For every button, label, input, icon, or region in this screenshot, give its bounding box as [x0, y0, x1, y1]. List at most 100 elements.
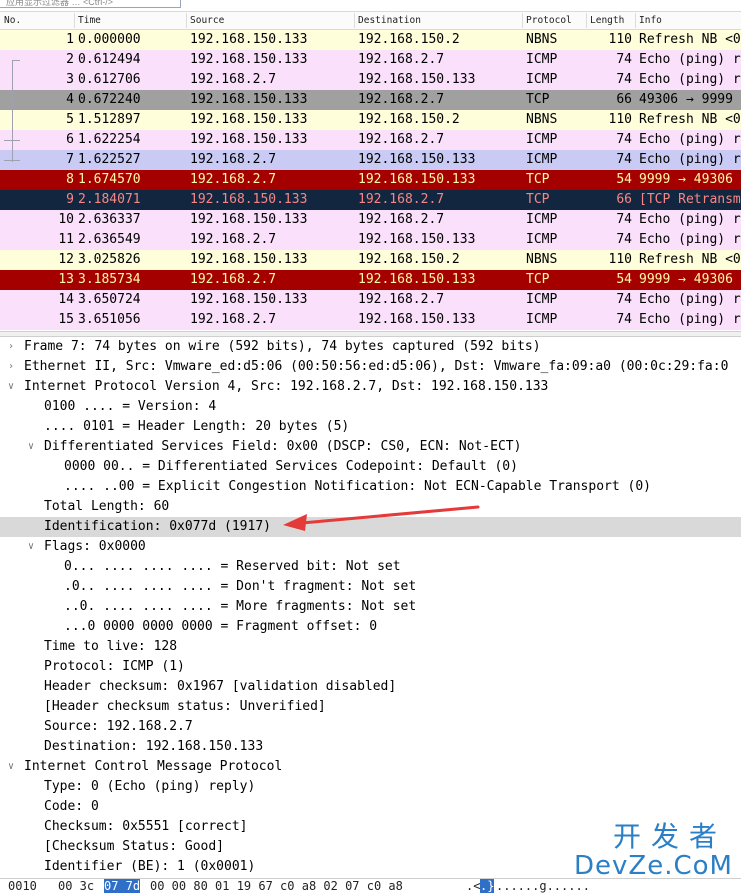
detail-row[interactable]: Type: 0 (Echo (ping) reply) — [0, 777, 741, 797]
packet-destination: 192.168.2.7 — [358, 52, 445, 67]
related-packet-reply-marker — [4, 160, 20, 161]
detail-row[interactable]: 0100 .... = Version: 4 — [0, 397, 741, 417]
detail-text: Type: 0 (Echo (ping) reply) — [44, 779, 256, 794]
detail-row[interactable]: .0.. .... .... .... = Don't fragment: No… — [0, 577, 741, 597]
bytes-hex-after[interactable]: 00 00 80 01 19 67 c0 a8 02 07 c0 a8 — [150, 879, 403, 893]
packet-info: Echo (ping) r — [639, 212, 741, 227]
detail-row[interactable]: Header checksum: 0x1967 [validation disa… — [0, 677, 741, 697]
column-header-length[interactable]: Length — [590, 15, 624, 26]
bytes-ascii-selected[interactable]: .} — [480, 879, 495, 893]
chevron-down-icon[interactable]: ∨ — [6, 377, 16, 397]
chevron-down-icon[interactable]: ∨ — [26, 537, 36, 557]
detail-row[interactable]: Code: 0 — [0, 797, 741, 817]
detail-text: Identifier (BE): 1 (0x0001) — [44, 859, 256, 874]
packet-info: Echo (ping) r — [639, 312, 741, 327]
packet-source: 192.168.150.133 — [190, 192, 308, 207]
packet-row[interactable]: 7 1.622527 192.168.2.7 192.168.150.133 ICMP 7… — [0, 150, 741, 170]
packet-row[interactable]: 2 0.612494 192.168.150.133 192.168.2.7 ICMP 7… — [0, 50, 741, 70]
detail-row[interactable]: ∨ Flags: 0x0000 — [0, 537, 741, 557]
packet-protocol: TCP — [526, 192, 550, 207]
packet-info: Echo (ping) r — [639, 292, 741, 307]
detail-row[interactable]: Protocol: ICMP (1) — [0, 657, 741, 677]
packet-row[interactable]: 10 2.636337 192.168.150.133 192.168.2.7 ICMP… — [0, 210, 741, 230]
packet-destination: 192.168.150.2 — [358, 112, 460, 127]
detail-row[interactable]: ..0. .... .... .... = More fragments: No… — [0, 597, 741, 617]
packet-row[interactable]: 13 3.185734 192.168.2.7 192.168.150.133 TCP 5… — [0, 270, 741, 290]
detail-row[interactable]: › Frame 7: 74 bytes on wire (592 bits), 7… — [0, 337, 741, 357]
detail-row[interactable]: 0000 00.. = Differentiated Services Code… — [0, 457, 741, 477]
detail-text: Total Length: 60 — [44, 499, 170, 514]
packet-row[interactable]: 6 1.622254 192.168.150.133 192.168.2.7 ICMP 7… — [0, 130, 741, 150]
packet-row[interactable]: 15 3.651056 192.168.2.7 192.168.150.133 ICMP… — [0, 310, 741, 330]
detail-row[interactable]: Total Length: 60 — [0, 497, 741, 517]
detail-text: 0100 .... = Version: 4 — [44, 399, 217, 414]
column-header-time[interactable]: Time — [78, 15, 101, 26]
detail-text: 0000 00.. = Differentiated Services Code… — [64, 459, 518, 474]
packet-destination: 192.168.150.133 — [358, 312, 476, 327]
detail-row[interactable]: Time to live: 128 — [0, 637, 741, 657]
chevron-right-icon[interactable]: › — [6, 337, 16, 357]
packet-row[interactable]: 5 1.512897 192.168.150.133 192.168.150.2 NBN… — [0, 110, 741, 130]
column-header-info[interactable]: Info — [639, 15, 662, 26]
detail-row[interactable]: Destination: 192.168.150.133 — [0, 737, 741, 757]
packet-row[interactable]: 1 0.000000 192.168.150.133 192.168.150.2 NBN… — [0, 30, 741, 50]
bytes-hex-selected[interactable]: 07 7d — [104, 879, 141, 893]
detail-text: Internet Control Message Protocol — [24, 759, 283, 774]
packet-row[interactable]: 8 1.674570 192.168.2.7 192.168.150.133 TCP 54… — [0, 170, 741, 190]
packet-length: 74 — [616, 292, 632, 307]
column-header-no[interactable]: No. — [4, 15, 21, 26]
packet-protocol: NBNS — [526, 112, 558, 127]
detail-row[interactable]: 0... .... .... .... = Reserved bit: Not … — [0, 557, 741, 577]
packet-length: 74 — [616, 52, 632, 67]
column-header-destination[interactable]: Destination — [358, 15, 421, 26]
packet-info: Echo (ping) r — [639, 72, 741, 87]
detail-text: Code: 0 — [44, 799, 99, 814]
chevron-down-icon[interactable]: ∨ — [6, 757, 16, 777]
chevron-right-icon[interactable]: › — [6, 357, 16, 377]
chevron-down-icon[interactable]: ∨ — [26, 437, 36, 457]
detail-row[interactable]: [Header checksum status: Unverified] — [0, 697, 741, 717]
packet-protocol: TCP — [526, 272, 550, 287]
detail-row[interactable]: ∨ Internet Protocol Version 4, Src: 192.1… — [0, 377, 741, 397]
packet-protocol: TCP — [526, 92, 550, 107]
detail-row[interactable]: ∨ Internet Control Message Protocol — [0, 757, 741, 777]
packet-time: 1.622527 — [78, 152, 141, 167]
detail-row[interactable]: ...0 0000 0000 0000 = Fragment offset: 0 — [0, 617, 741, 637]
detail-row[interactable]: ∨ Differentiated Services Field: 0x00 (DS… — [0, 437, 741, 457]
detail-row[interactable]: .... ..00 = Explicit Congestion Notifica… — [0, 477, 741, 497]
packet-time: 1.622254 — [78, 132, 141, 147]
packet-length: 110 — [608, 32, 632, 47]
packet-length: 54 — [616, 272, 632, 287]
bytes-ascii-before[interactable]: .< — [466, 879, 480, 893]
bytes-ascii-after[interactable]: ......g...... — [496, 879, 590, 893]
packet-time: 0.612494 — [78, 52, 141, 67]
packet-row[interactable]: 14 3.650724 192.168.150.133 192.168.2.7 ICMP… — [0, 290, 741, 310]
packet-destination: 192.168.150.133 — [358, 172, 476, 187]
bytes-hex-before[interactable]: 00 3c — [58, 879, 94, 893]
detail-row[interactable]: .... 0101 = Header Length: 20 bytes (5) — [0, 417, 741, 437]
column-header-protocol[interactable]: Protocol — [526, 15, 572, 26]
packet-source: 192.168.150.133 — [190, 92, 308, 107]
packet-protocol: ICMP — [526, 292, 558, 307]
packet-rows: 1 0.000000 192.168.150.133 192.168.150.2 NBN… — [0, 30, 741, 330]
packet-source: 192.168.150.133 — [190, 112, 308, 127]
packet-row[interactable]: 3 0.612706 192.168.2.7 192.168.150.133 ICMP 7… — [0, 70, 741, 90]
detail-row[interactable]: Source: 192.168.2.7 — [0, 717, 741, 737]
column-header-source[interactable]: Source — [190, 15, 224, 26]
packet-source: 192.168.150.133 — [190, 212, 308, 227]
detail-text: Internet Protocol Version 4, Src: 192.16… — [24, 379, 549, 394]
packet-row[interactable]: 12 3.025826 192.168.150.133 192.168.150.2 NB… — [0, 250, 741, 270]
detail-row[interactable]: › Ethernet II, Src: Vmware_ed:d5:06 (00:5… — [0, 357, 741, 377]
packet-destination: 192.168.2.7 — [358, 192, 445, 207]
detail-row[interactable]: Identification: 0x077d (1917) — [0, 517, 741, 537]
detail-text: Flags: 0x0000 — [44, 539, 146, 554]
detail-text: ...0 0000 0000 0000 = Fragment offset: 0 — [64, 619, 378, 634]
packet-row[interactable]: 9 2.184071 192.168.150.133 192.168.2.7 TCP 66… — [0, 190, 741, 210]
display-filter-input[interactable]: 应用显示过滤器 … <Ctrl-/> — [0, 0, 181, 8]
detail-text: ..0. .... .... .... = More fragments: No… — [64, 599, 417, 614]
packet-no: 1 — [66, 32, 74, 47]
packet-row[interactable]: 11 2.636549 192.168.2.7 192.168.150.133 ICMP… — [0, 230, 741, 250]
packet-row[interactable]: 4 0.672240 192.168.150.133 192.168.2.7 TCP 66… — [0, 90, 741, 110]
packet-no: 15 — [58, 312, 74, 327]
packet-protocol: ICMP — [526, 212, 558, 227]
